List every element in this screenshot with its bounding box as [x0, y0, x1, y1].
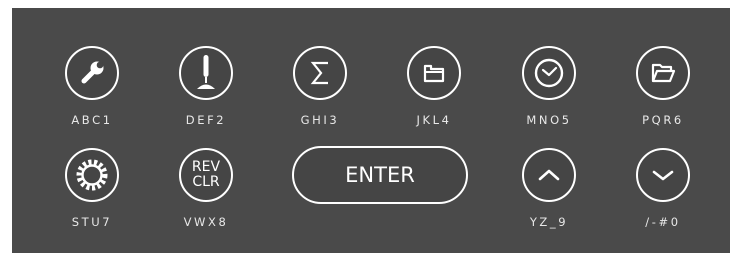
open-folder-icon	[646, 56, 680, 90]
chevron-down-icon	[646, 158, 680, 192]
key-label-ghi3: GHI3	[300, 113, 340, 127]
clock-button[interactable]	[522, 46, 576, 100]
sigma-icon	[303, 56, 337, 90]
sigma-button[interactable]	[293, 46, 347, 100]
key-label-mno5: MNO5	[526, 113, 572, 127]
open-folder-button[interactable]	[636, 46, 690, 100]
joystick-button[interactable]	[179, 46, 233, 100]
gear-button[interactable]	[65, 148, 119, 202]
folder-tab-icon	[417, 56, 451, 90]
key-label-def2: DEF2	[185, 113, 227, 127]
key-label-vwx8: VWX8	[183, 215, 229, 229]
key-label-abc1: ABC1	[71, 113, 113, 127]
joystick-icon	[189, 53, 223, 93]
key-label-jkl4: JKL4	[416, 113, 452, 127]
wrench-button[interactable]	[65, 46, 119, 100]
down-button[interactable]	[636, 148, 690, 202]
rev-clr-button[interactable]: REV CLR	[179, 148, 233, 202]
wrench-icon	[75, 56, 109, 90]
folder-tab-button[interactable]	[407, 46, 461, 100]
gear-icon	[73, 156, 111, 194]
key-label-slash0: /-#0	[645, 215, 681, 229]
enter-button[interactable]: ENTER	[292, 146, 468, 204]
chevron-up-icon	[532, 158, 566, 192]
clock-icon	[532, 56, 566, 90]
key-label-stu7: STU7	[71, 215, 113, 229]
up-button[interactable]	[522, 148, 576, 202]
key-label-yz9: YZ_9	[529, 215, 569, 229]
rev-text: REV	[191, 159, 221, 175]
rev-clr-text: REV CLR	[192, 160, 220, 190]
key-label-pqr6: PQR6	[642, 113, 684, 127]
clr-text: CLR	[192, 174, 220, 190]
